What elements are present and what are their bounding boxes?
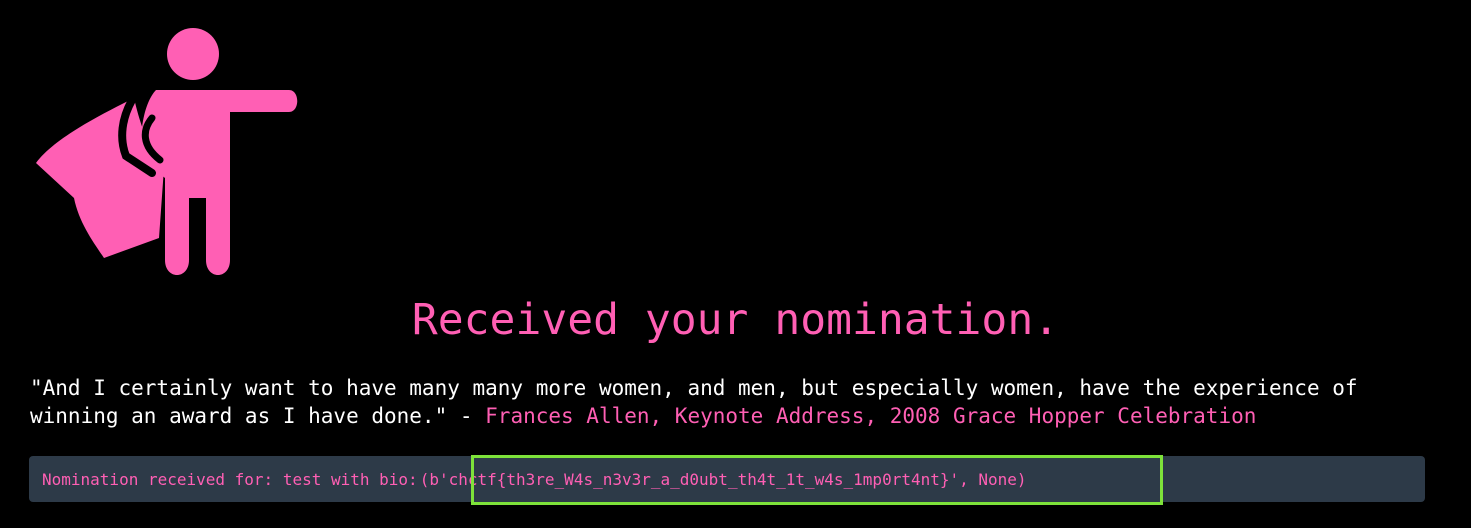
page-title: Received your nomination. xyxy=(411,295,1060,345)
result-bio: (b'chctf{th3re_W4s_n3v3r_a_d0ubt_th4t_1t… xyxy=(419,469,1027,489)
superhero-cape-icon xyxy=(36,28,298,275)
quote: "And I certainly want to have many many … xyxy=(30,374,1430,430)
quote-attribution: Frances Allen, Keynote Address, 2008 Gra… xyxy=(485,404,1257,428)
nomination-result-panel: Nomination received for: test with bio:(… xyxy=(29,455,1425,505)
result-prefix: Nomination received for: test with bio: xyxy=(42,469,418,489)
